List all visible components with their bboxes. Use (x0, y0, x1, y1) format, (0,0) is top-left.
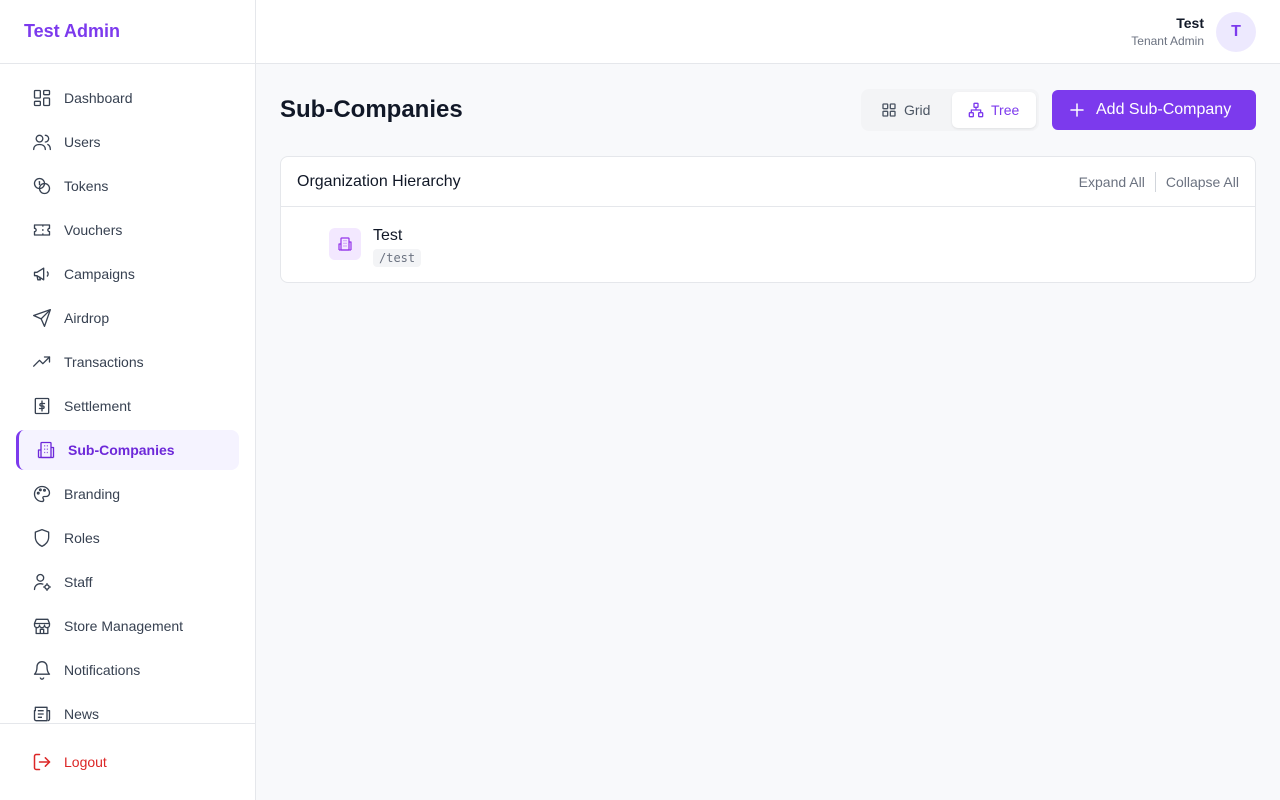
users-icon (33, 134, 51, 151)
sidebar-item-settlement[interactable]: Settlement (16, 386, 239, 426)
sidebar-item-label: Roles (64, 530, 100, 546)
page-title: Sub-Companies (280, 96, 463, 123)
user-info: Test Tenant Admin (1131, 14, 1204, 50)
sidebar-item-staff[interactable]: Staff (16, 562, 239, 602)
top-bar: Test Tenant Admin T (256, 0, 1280, 64)
collapse-all-button[interactable]: Collapse All (1166, 174, 1239, 190)
megaphone-icon (33, 267, 49, 281)
sidebar-item-label: Campaigns (64, 266, 135, 282)
organization-hierarchy-card: Organization Hierarchy Expand All Collap… (280, 156, 1256, 283)
ticket-icon (33, 224, 51, 236)
dashboard-icon (33, 89, 51, 107)
sidebar-item-branding[interactable]: Branding (16, 474, 239, 514)
grid-view-button[interactable]: Grid (865, 92, 949, 128)
trending-up-icon (33, 356, 51, 367)
sidebar-item-sub-companies[interactable]: Sub-Companies (16, 430, 239, 470)
node-icon-badge (329, 228, 361, 260)
sidebar-item-news[interactable]: News (16, 694, 239, 722)
bell-icon (33, 661, 51, 680)
sidebar-item-label: Branding (64, 486, 121, 502)
sidebar-item-roles[interactable]: Roles (16, 518, 239, 558)
coins-icon (33, 177, 51, 195)
logout-button[interactable]: Logout (16, 742, 239, 782)
avatar[interactable]: T (1216, 12, 1256, 52)
sidebar-item-users[interactable]: Users (16, 122, 239, 162)
shield-icon (34, 529, 50, 547)
add-sub-company-label: Add Sub-Company (1096, 101, 1232, 118)
plus-icon (1070, 103, 1084, 117)
sidebar-item-vouchers[interactable]: Vouchers (16, 210, 239, 250)
sidebar-item-label: Dashboard (64, 90, 133, 106)
view-toggle: Grid Tree (861, 89, 1039, 131)
sidebar-item-notifications[interactable]: Notifications (16, 650, 239, 690)
store-icon (33, 618, 51, 635)
hierarchy-icon (968, 102, 984, 118)
card-actions: Expand All Collapse All (1079, 172, 1239, 192)
sidebar-item-label: Store Management (64, 618, 184, 634)
sidebar-item-label: Airdrop (64, 310, 110, 326)
user-name: Test (1176, 15, 1204, 31)
sidebar-item-campaigns[interactable]: Campaigns (16, 254, 239, 294)
card-header: Organization Hierarchy Expand All Collap… (281, 157, 1255, 207)
newspaper-icon (33, 706, 51, 722)
sidebar-item-label: Transactions (64, 354, 144, 370)
sidebar-item-label: Tokens (64, 178, 109, 194)
user-role: Tenant Admin (1131, 34, 1204, 48)
tree-view-label: Tree (991, 102, 1020, 118)
logout-icon (33, 753, 51, 771)
sidebar-item-label: Sub-Companies (68, 442, 175, 458)
sidebar-item-label: Users (64, 134, 101, 150)
node-path: /test (373, 249, 422, 267)
user-cog-icon (33, 573, 51, 591)
sidebar-item-dashboard[interactable]: Dashboard (16, 78, 239, 118)
sidebar-item-label: Staff (64, 574, 93, 590)
sidebar-item-label: Notifications (64, 662, 141, 678)
sidebar-item-label: News (64, 706, 100, 722)
grid-view-label: Grid (904, 102, 931, 118)
sidebar-item-tokens[interactable]: Tokens (16, 166, 239, 206)
tree-node[interactable]: Test /test (329, 227, 422, 267)
dollar-receipt-icon (34, 397, 50, 415)
sidebar-footer: Logout (0, 723, 255, 800)
sidebar-nav: Dashboard Users Tokens Vouchers Campaign… (16, 78, 239, 722)
grid-icon (882, 103, 896, 117)
sidebar: Test Admin Dashboard Users Tokens Vouche… (0, 0, 256, 800)
sidebar-item-label: Settlement (64, 398, 131, 414)
palette-icon (33, 485, 51, 503)
add-sub-company-button[interactable]: Add Sub-Company (1052, 90, 1256, 130)
sidebar-item-label: Vouchers (64, 222, 123, 238)
building-icon (37, 441, 55, 459)
sidebar-item-airdrop[interactable]: Airdrop (16, 298, 239, 338)
node-text: Test /test (373, 227, 422, 267)
sidebar-item-store-management[interactable]: Store Management (16, 606, 239, 646)
card-title: Organization Hierarchy (297, 172, 461, 190)
tree-view-button[interactable]: Tree (952, 92, 1036, 128)
divider (1154, 172, 1156, 192)
building-icon (338, 237, 352, 251)
logout-label: Logout (64, 754, 107, 770)
node-name: Test (373, 227, 403, 244)
sidebar-item-transactions[interactable]: Transactions (16, 342, 239, 382)
send-icon (33, 309, 51, 327)
expand-all-button[interactable]: Expand All (1079, 174, 1145, 190)
brand-title: Test Admin (0, 0, 255, 64)
